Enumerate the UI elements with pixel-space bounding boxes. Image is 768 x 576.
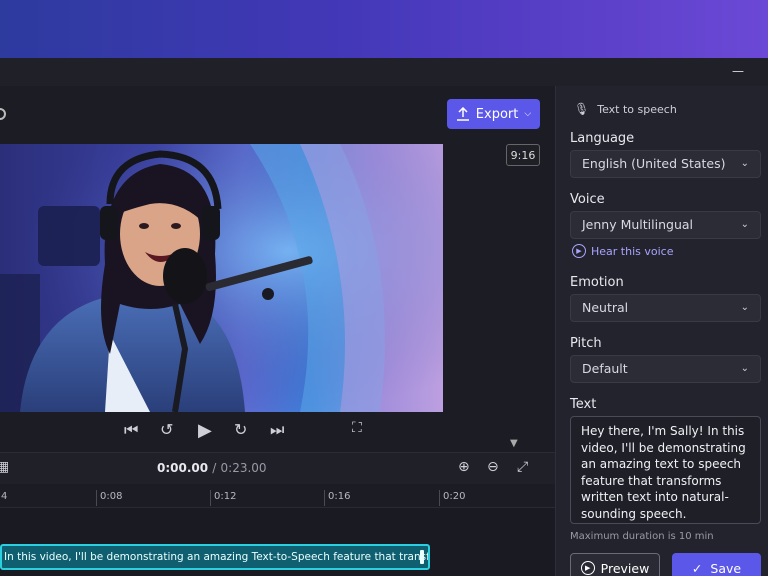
clip-trim-handle[interactable] — [420, 550, 424, 564]
caption-clip-text: In this video, I'll be demonstrating an … — [4, 551, 430, 563]
fullscreen-icon[interactable]: ⛶ — [352, 420, 362, 436]
play-circle-icon: ▶ — [572, 244, 586, 258]
timeline-toolbar: ▦ 0:00.00 / 0:23.00 ⊕ ⊖ ⤢ — [0, 452, 555, 484]
emotion-select[interactable]: Neutral ⌄ — [570, 294, 761, 322]
export-button[interactable]: Export ⌵ — [447, 99, 540, 129]
voice-select[interactable]: Jenny Multilingual ⌄ — [570, 211, 761, 239]
player-controls: ⏮ ↺ ▶ ↻ ⏭ ⛶ — [0, 416, 555, 446]
settings-icon[interactable] — [0, 108, 6, 120]
video-frame-illustration — [0, 144, 443, 412]
speech-text-input[interactable]: Hey there, I'm Sally! In this video, I'l… — [570, 416, 761, 524]
max-duration-hint: Maximum duration is 10 min — [570, 531, 714, 542]
app-header-gradient — [0, 0, 768, 58]
chevron-down-icon: ⌵ — [524, 109, 532, 119]
chevron-down-icon[interactable]: ▼ — [510, 438, 518, 449]
current-time: 0:00.00 — [157, 461, 209, 475]
ruler-tick: 4 — [0, 490, 7, 506]
ruler-tick: 0:16 — [324, 490, 350, 506]
pitch-label: Pitch — [570, 336, 602, 351]
text-to-speech-panel: 🎙 Text to speech Language English (Unite… — [555, 86, 768, 576]
window-title-bar: — — [0, 58, 768, 86]
timeline-ruler[interactable]: 4 0:08 0:12 0:16 0:20 — [0, 484, 555, 508]
rewind-5-icon[interactable]: ↺ — [160, 420, 173, 439]
play-circle-icon: ▶ — [580, 561, 595, 575]
ruler-tick: 0:20 — [439, 490, 465, 506]
preview-button[interactable]: ▶ Preview — [570, 553, 660, 576]
save-button[interactable]: ✓ Save — [672, 553, 761, 576]
add-media-icon[interactable]: ▦ — [0, 459, 9, 475]
pitch-select[interactable]: Default ⌄ — [570, 355, 761, 383]
microphone-icon: 🎙 — [574, 102, 590, 116]
skip-start-icon[interactable]: ⏮ — [124, 420, 138, 440]
chevron-down-icon: ⌄ — [740, 158, 749, 169]
ruler-tick: 0:08 — [96, 490, 122, 506]
forward-5-icon[interactable]: ↻ — [234, 420, 247, 439]
chevron-down-icon: ⌄ — [740, 302, 749, 313]
total-time: 0:23.00 — [220, 461, 267, 475]
emotion-label: Emotion — [570, 275, 624, 290]
language-label: Language — [570, 131, 635, 146]
export-label: Export — [475, 106, 519, 122]
text-label: Text — [570, 397, 597, 412]
aspect-ratio-badge[interactable]: 9:16 — [506, 144, 540, 166]
chevron-down-icon: ⌄ — [740, 219, 749, 230]
video-preview[interactable] — [0, 144, 443, 412]
voice-label: Voice — [570, 192, 605, 207]
chevron-down-icon: ⌄ — [740, 363, 749, 374]
minimize-icon[interactable]: — — [732, 65, 744, 77]
timecode: 0:00.00 / 0:23.00 — [157, 461, 267, 475]
ruler-tick: 0:12 — [210, 490, 236, 506]
fit-timeline-icon[interactable]: ⤢ — [517, 459, 528, 475]
hear-voice-link[interactable]: ▶ Hear this voice — [572, 244, 673, 258]
zoom-in-icon[interactable]: ⊕ — [458, 459, 470, 475]
skip-end-icon[interactable]: ⏭ — [270, 420, 284, 440]
panel-title: 🎙 Text to speech — [574, 102, 677, 116]
upload-icon — [456, 107, 469, 121]
editor-main: Export ⌵ 9:16 ⏮ ↺ ▶ ↻ ⏭ ⛶ ▼ ▦ 0:00.00 / … — [0, 86, 555, 576]
play-icon[interactable]: ▶ — [198, 420, 212, 441]
language-select[interactable]: English (United States) ⌄ — [570, 150, 761, 178]
zoom-out-icon[interactable]: ⊖ — [487, 459, 499, 475]
checkmark-icon: ✓ — [691, 560, 703, 576]
caption-clip[interactable]: In this video, I'll be demonstrating an … — [0, 544, 430, 570]
